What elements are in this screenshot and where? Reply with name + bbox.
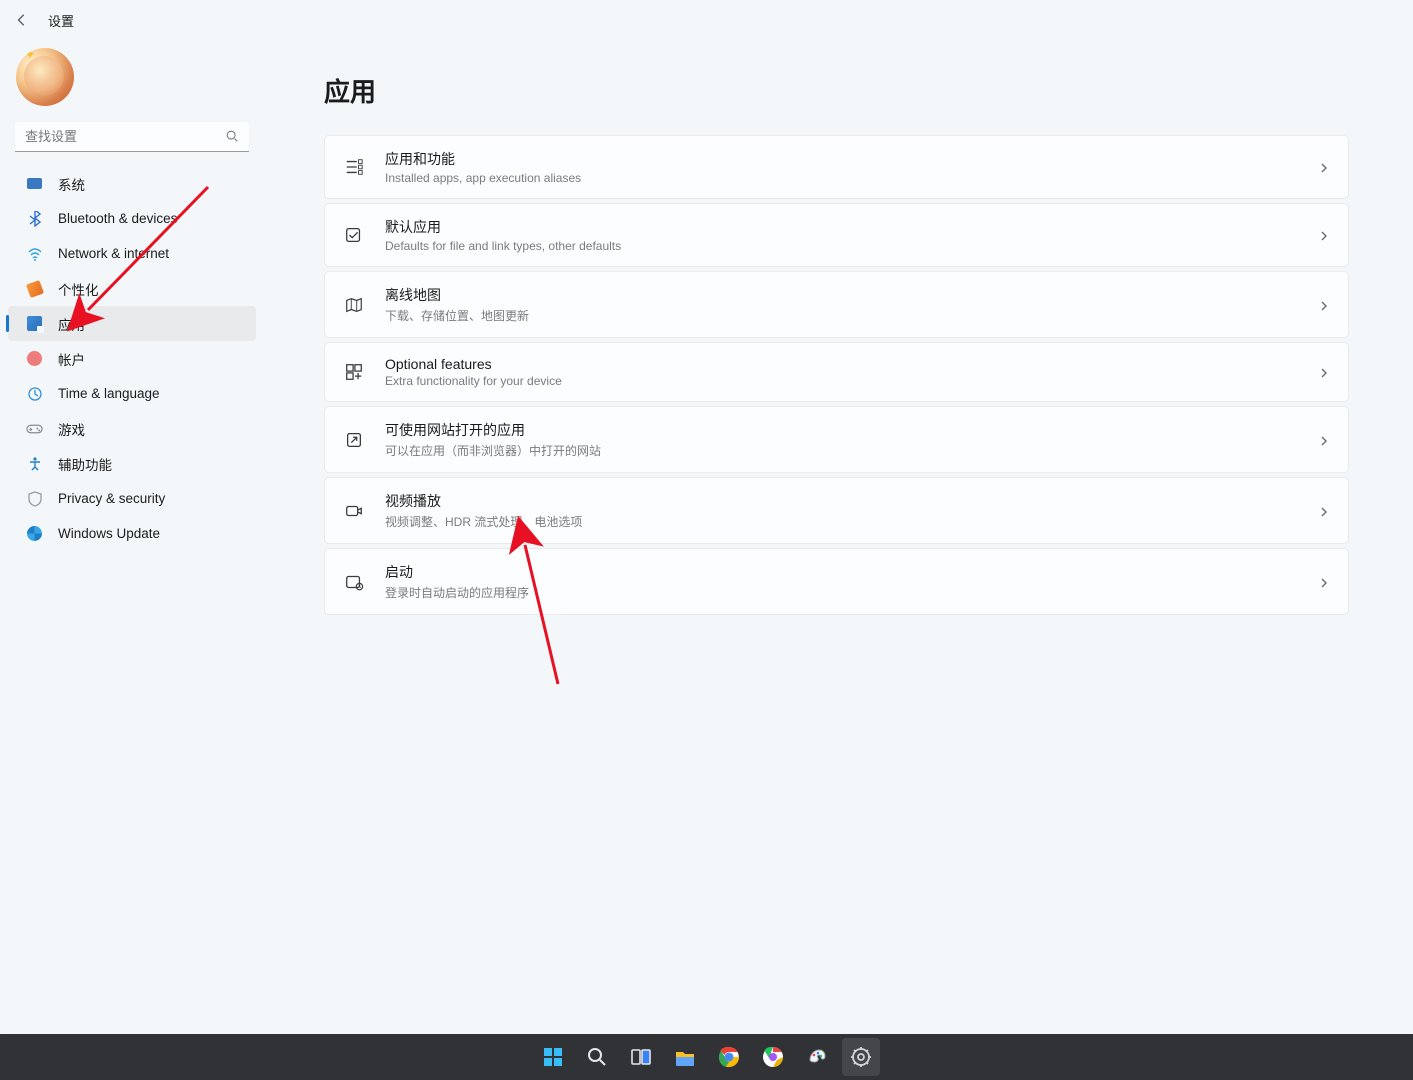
sidebar-item--[interactable]: 帐户 — [8, 341, 256, 376]
sidebar-item-label: Windows Update — [58, 526, 160, 541]
card-title: 默认应用 — [385, 217, 1298, 237]
system-icon — [26, 175, 43, 192]
card-video-playback[interactable]: 视频播放视频调整、HDR 流式处理、电池选项 — [324, 477, 1349, 544]
card-title: 应用和功能 — [385, 149, 1298, 169]
chevron-right-icon — [1318, 366, 1330, 378]
card-text: Optional features Extra functionality for… — [385, 356, 1298, 388]
search-icon — [225, 129, 241, 145]
card-text: 启动登录时自动启动的应用程序 — [385, 562, 1298, 601]
window-title: 设置 — [48, 11, 74, 30]
sidebar-item-label: 个性化 — [58, 279, 99, 299]
explorer-app[interactable] — [666, 1038, 704, 1076]
chevron-right-icon — [1318, 161, 1330, 173]
paint-app[interactable] — [798, 1038, 836, 1076]
card-title: 启动 — [385, 562, 1298, 582]
personalize-icon — [26, 280, 43, 297]
card-text: 应用和功能 Installed apps, app execution alias… — [385, 149, 1298, 185]
avatar — [16, 48, 74, 106]
titlebar: 设置 — [0, 0, 1413, 40]
time-lang-icon — [26, 385, 43, 402]
start-button[interactable] — [534, 1038, 572, 1076]
card-startup[interactable]: 启动登录时自动启动的应用程序 — [324, 548, 1349, 615]
startup-icon — [343, 571, 365, 593]
card-text: 默认应用 Defaults for file and link types, ot… — [385, 217, 1298, 253]
card-subtitle: 登录时自动启动的应用程序 — [385, 584, 1298, 601]
apps-websites-icon — [343, 429, 365, 451]
search-button[interactable] — [578, 1038, 616, 1076]
sidebar-item--[interactable]: 系统 — [8, 166, 256, 201]
gaming-icon — [26, 420, 43, 437]
taskview-button[interactable] — [622, 1038, 660, 1076]
optional-features-icon — [343, 361, 365, 383]
windows-update-icon — [26, 525, 43, 542]
sidebar-item-time-language[interactable]: Time & language — [8, 376, 256, 411]
arrow-left-icon — [15, 13, 29, 27]
card-subtitle: Defaults for file and link types, other … — [385, 239, 1298, 253]
search-box[interactable] — [15, 122, 249, 152]
card-subtitle: Extra functionality for your device — [385, 374, 1298, 388]
chrome-app[interactable] — [710, 1038, 748, 1076]
accounts-icon — [26, 350, 43, 367]
sidebar-item-label: 帐户 — [58, 349, 85, 369]
bluetooth-icon — [26, 210, 43, 227]
card-subtitle: 可以在应用（而非浏览器）中打开的网站 — [385, 442, 1298, 459]
sidebar-item--[interactable]: 个性化 — [8, 271, 256, 306]
sidebar-item--[interactable]: 游戏 — [8, 411, 256, 446]
card-default-apps[interactable]: 默认应用 Defaults for file and link types, ot… — [324, 203, 1349, 267]
back-button[interactable] — [14, 12, 30, 28]
chevron-right-icon — [1318, 505, 1330, 517]
apps-features-icon — [343, 156, 365, 178]
sidebar-item-windows-update[interactable]: Windows Update — [8, 516, 256, 551]
sidebar-item--[interactable]: 应用 — [8, 306, 256, 341]
sidebar-item-privacy-security[interactable]: Privacy & security — [8, 481, 256, 516]
chevron-right-icon — [1318, 576, 1330, 588]
settings-cards: 应用和功能 Installed apps, app execution alias… — [324, 135, 1349, 615]
chevron-right-icon — [1318, 299, 1330, 311]
sidebar-item-label: Privacy & security — [58, 491, 165, 506]
accessibility-icon — [26, 455, 43, 472]
default-apps-icon — [343, 224, 365, 246]
card-optional-features[interactable]: Optional features Extra functionality for… — [324, 342, 1349, 402]
card-title: 可使用网站打开的应用 — [385, 420, 1298, 440]
sidebar-item-bluetooth-devices[interactable]: Bluetooth & devices — [8, 201, 256, 236]
sidebar-item-label: 系统 — [58, 174, 85, 194]
card-title: 离线地图 — [385, 285, 1298, 305]
chevron-right-icon — [1318, 434, 1330, 446]
network-icon — [26, 245, 43, 262]
main-pane: 应用 应用和功能 Installed apps, app execution al… — [260, 40, 1413, 1034]
sidebar: 系统 Bluetooth & devices Network & internet 个… — [0, 40, 260, 1034]
card-text: 离线地图下载、存储位置、地图更新 — [385, 285, 1298, 324]
apps-icon — [26, 315, 43, 332]
sidebar-item-label: Network & internet — [58, 246, 169, 261]
sidebar-item--[interactable]: 辅助功能 — [8, 446, 256, 481]
chrome2-app[interactable] — [754, 1038, 792, 1076]
video-playback-icon — [343, 500, 365, 522]
card-title: 视频播放 — [385, 491, 1298, 511]
card-apps-features[interactable]: 应用和功能 Installed apps, app execution alias… — [324, 135, 1349, 199]
page-title: 应用 — [324, 72, 1349, 109]
sidebar-item-label: 应用 — [58, 314, 85, 334]
card-apps-websites[interactable]: 可使用网站打开的应用可以在应用（而非浏览器）中打开的网站 — [324, 406, 1349, 473]
card-subtitle: 下载、存储位置、地图更新 — [385, 307, 1298, 324]
card-subtitle: 视频调整、HDR 流式处理、电池选项 — [385, 513, 1298, 530]
user-avatar-block[interactable] — [4, 40, 260, 122]
search-input[interactable] — [15, 122, 249, 152]
sidebar-item-label: Bluetooth & devices — [58, 211, 177, 226]
taskbar — [0, 1034, 1413, 1080]
sidebar-item-label: 游戏 — [58, 419, 85, 439]
offline-maps-icon — [343, 294, 365, 316]
card-text: 视频播放视频调整、HDR 流式处理、电池选项 — [385, 491, 1298, 530]
card-text: 可使用网站打开的应用可以在应用（而非浏览器）中打开的网站 — [385, 420, 1298, 459]
sidebar-item-label: 辅助功能 — [58, 454, 112, 474]
chevron-right-icon — [1318, 229, 1330, 241]
card-subtitle: Installed apps, app execution aliases — [385, 171, 1298, 185]
sidebar-nav: 系统 Bluetooth & devices Network & internet 个… — [4, 164, 260, 553]
privacy-icon — [26, 490, 43, 507]
sidebar-item-label: Time & language — [58, 386, 160, 401]
sidebar-item-network-internet[interactable]: Network & internet — [8, 236, 256, 271]
card-offline-maps[interactable]: 离线地图下载、存储位置、地图更新 — [324, 271, 1349, 338]
settings-app[interactable] — [842, 1038, 880, 1076]
card-title: Optional features — [385, 356, 1298, 372]
